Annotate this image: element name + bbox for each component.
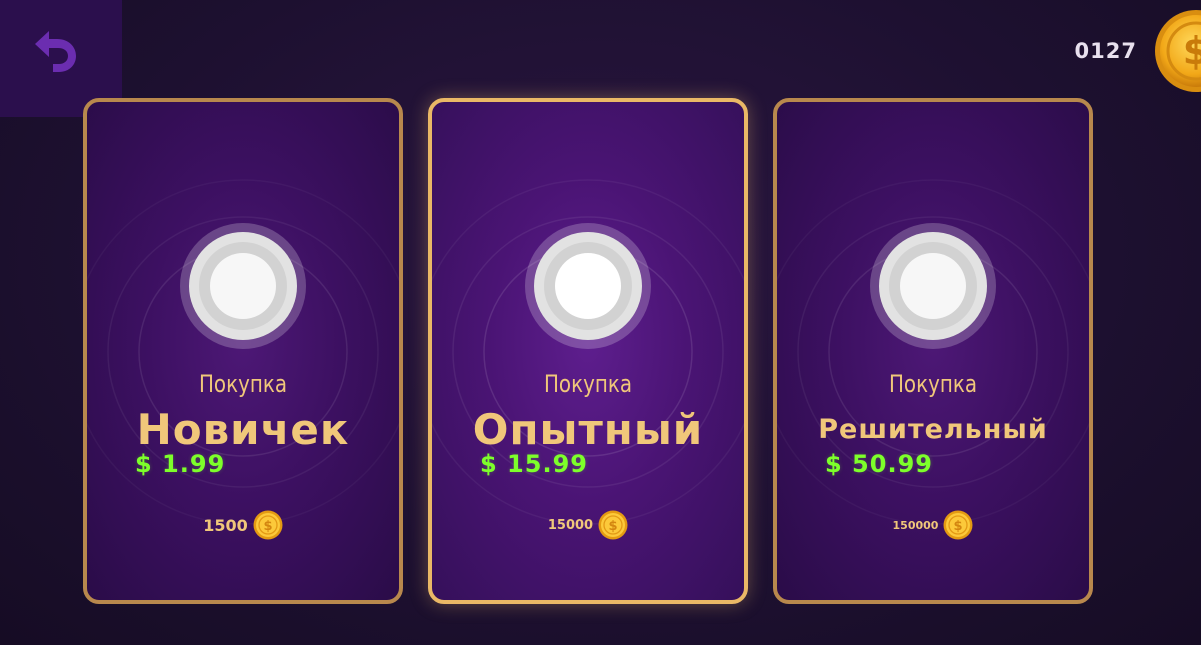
svg-text:$: $ [609, 519, 618, 534]
pack-price: $ 50.99 [825, 450, 933, 478]
pack-card-novice[interactable]: Покупка Новичек $ 1.99 1500 $ [83, 98, 403, 604]
pack-reward: 1500 $ [87, 510, 399, 540]
gold-dollar-coin-icon: $ [943, 510, 973, 540]
svg-text:$: $ [954, 519, 963, 534]
svg-text:$: $ [263, 519, 272, 534]
pack-name: Опытный [472, 405, 704, 454]
pack-reward: 150000 $ [777, 510, 1089, 540]
pack-kicker: Покупка [198, 370, 288, 398]
gold-dollar-coin-icon: $ [598, 510, 628, 540]
shop-packs: Покупка Новичек $ 1.99 1500 $ Покупка Оп… [0, 0, 1201, 645]
pack-orb-icon [180, 223, 306, 349]
pack-reward-amount: 15000 [547, 517, 594, 533]
pack-reward-amount: 150000 [892, 518, 939, 532]
pack-card-experienced[interactable]: Покупка Опытный $ 15.99 15000 $ [428, 98, 748, 604]
pack-price: $ 15.99 [480, 450, 588, 478]
pack-orb-icon [525, 223, 651, 349]
pack-name: Решительный [818, 414, 1048, 445]
pack-card-determined[interactable]: Покупка Решительный $ 50.99 150000 $ [773, 98, 1093, 604]
pack-name: Новичек [136, 405, 350, 454]
pack-reward: 15000 $ [432, 510, 744, 540]
pack-price: $ 1.99 [135, 450, 226, 478]
gold-dollar-coin-icon: $ [253, 510, 283, 540]
pack-reward-amount: 1500 [203, 515, 248, 535]
pack-kicker: Покупка [888, 370, 978, 398]
pack-kicker: Покупка [543, 370, 633, 398]
pack-orb-icon [870, 223, 996, 349]
